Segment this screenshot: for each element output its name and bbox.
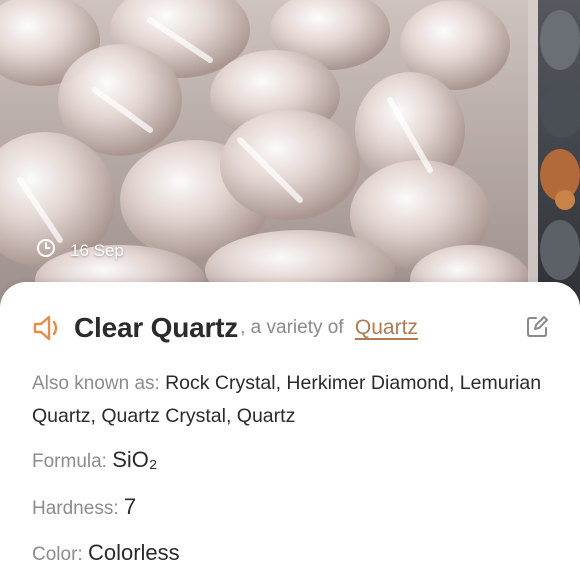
- hardness-row: Hardness: 7: [32, 491, 136, 525]
- photo-date: 16 Sep: [36, 238, 124, 264]
- formula-value: SiO₂: [112, 447, 158, 472]
- color-row: Color: Colorless: [32, 537, 180, 571]
- clock-icon: [36, 239, 56, 261]
- title-row: Clear Quartz , a variety of Quartz: [32, 310, 560, 346]
- parent-mineral-link[interactable]: Quartz: [355, 316, 418, 340]
- also-known-as: Also known as: Rock Crystal, Herkimer Di…: [32, 367, 562, 433]
- mineral-name: Clear Quartz: [74, 312, 239, 343]
- hardness-label: Hardness:: [32, 498, 124, 519]
- color-value: Colorless: [87, 540, 180, 565]
- mineral-details-sheet: Clear Quartz , a variety of Quartz Also …: [0, 282, 580, 580]
- edit-icon[interactable]: [524, 314, 550, 340]
- aka-label: Also known as:: [32, 373, 166, 394]
- hardness-value: 7: [123, 494, 137, 519]
- formula-row: Formula: SiO₂: [32, 444, 157, 478]
- specimen-photo[interactable]: 16 Sep: [0, 0, 580, 310]
- formula-label: Formula:: [32, 451, 113, 472]
- color-label: Color:: [32, 544, 88, 565]
- speaker-icon[interactable]: [32, 313, 66, 343]
- photo-date-text: 16 Sep: [70, 241, 124, 260]
- variety-prefix: , a variety of: [240, 317, 349, 338]
